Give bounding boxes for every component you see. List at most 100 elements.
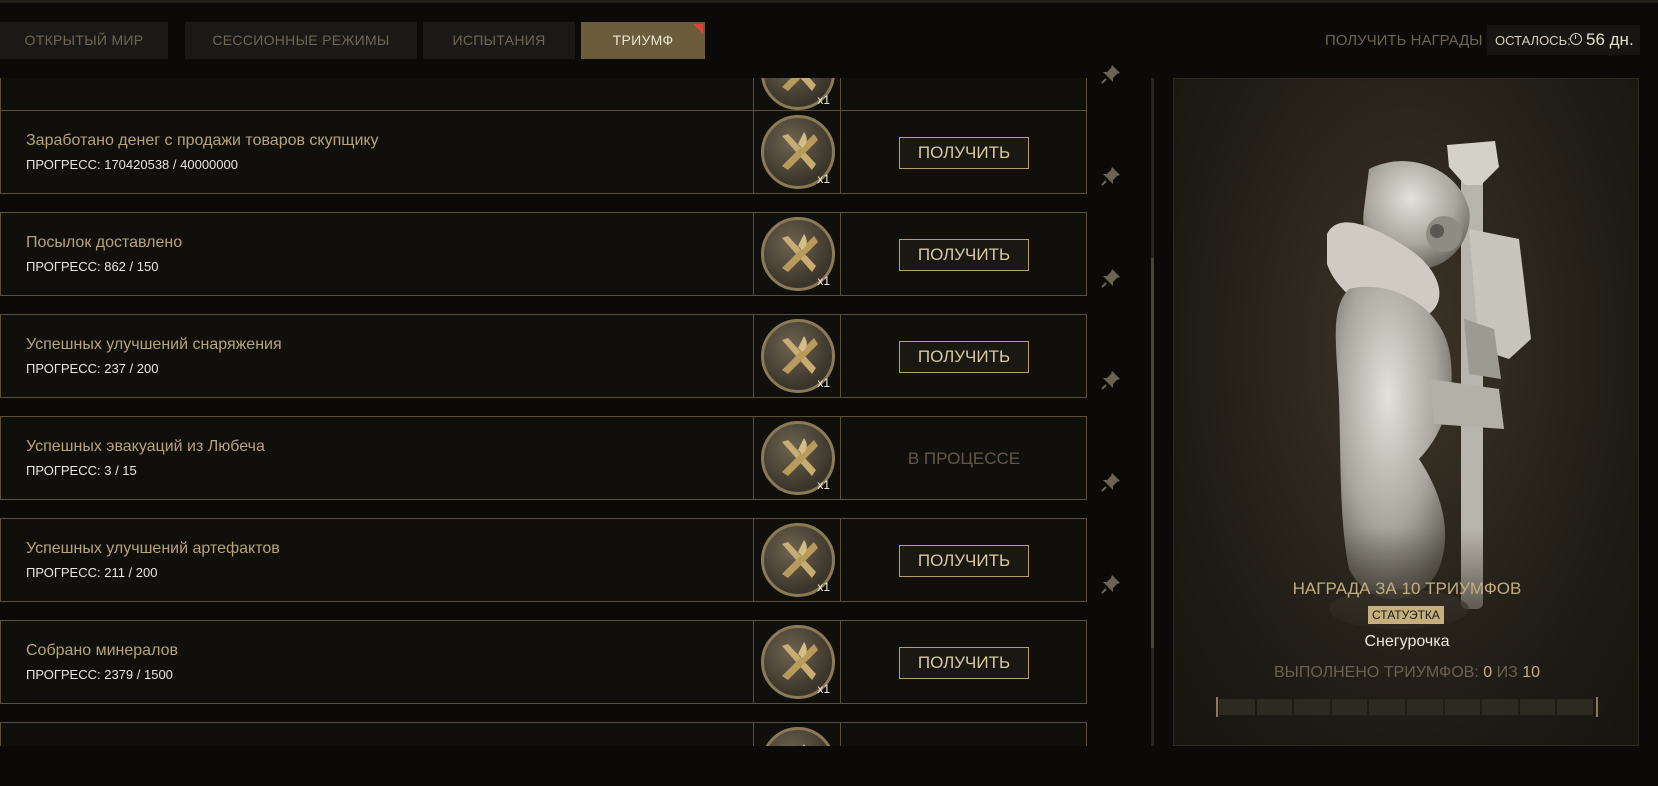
triumph-row: Успешных улучшений артефактов ПРОГРЕСС: 2… bbox=[0, 518, 1087, 602]
row-divider bbox=[840, 315, 841, 397]
completed-of: ИЗ bbox=[1496, 664, 1518, 681]
triumph-title: Успешных улучшений снаряжения bbox=[26, 336, 282, 353]
pin-icon[interactable] bbox=[1100, 471, 1122, 493]
row-divider bbox=[753, 723, 754, 746]
crossed-tools-icon bbox=[782, 78, 816, 91]
triumph-list[interactable]: x1 Заработано денег с продажи товаров ску… bbox=[0, 78, 1090, 746]
triumph-row: Собрано минералов ПРОГРЕСС: 2379 / 1500 x1… bbox=[0, 620, 1087, 704]
row-divider bbox=[753, 315, 754, 397]
claim-button[interactable]: ПОЛУЧИТЬ bbox=[899, 239, 1029, 271]
triumph-title: Посылок доставлено bbox=[26, 234, 183, 251]
tab-triumph-label: ТРИУМФ bbox=[612, 32, 674, 48]
triumph-progress: ПРОГРЕСС: 3 / 15 bbox=[26, 463, 137, 478]
tab-challenges[interactable]: ИСПЫТАНИЯ bbox=[423, 22, 575, 59]
crossed-tools-icon bbox=[782, 642, 818, 680]
pin-icon[interactable] bbox=[1100, 369, 1122, 391]
reward-medal-icon[interactable]: x1 bbox=[761, 78, 835, 110]
claim-all-rewards-button[interactable]: ПОЛУЧИТЬ НАГРАДЫ bbox=[1325, 32, 1483, 49]
tab-session-modes[interactable]: СЕССИОННЫЕ РЕЖИМЫ bbox=[185, 22, 417, 59]
pin-glyph bbox=[1101, 269, 1120, 288]
row-divider bbox=[753, 78, 754, 114]
reward-multiplier: x1 bbox=[817, 172, 830, 186]
tab-triumph[interactable]: ТРИУМФ bbox=[581, 22, 705, 59]
progress-segment bbox=[1294, 699, 1330, 715]
row-divider bbox=[840, 621, 841, 703]
row-divider bbox=[753, 519, 754, 601]
reward-medal-icon[interactable]: x1 bbox=[761, 523, 835, 597]
reward-medal-icon[interactable]: x1 bbox=[761, 625, 835, 699]
triumph-row bbox=[0, 722, 1087, 746]
crossed-tools-icon bbox=[782, 132, 818, 170]
claim-button[interactable]: ПОЛУЧИТЬ bbox=[899, 137, 1029, 169]
row-divider bbox=[840, 417, 841, 499]
triumph-row: Посылок доставлено ПРОГРЕСС: 862 / 150 x1 П… bbox=[0, 212, 1087, 296]
pin-icon[interactable] bbox=[1100, 573, 1122, 595]
reward-medal-icon[interactable]: x1 bbox=[761, 319, 835, 393]
progress-segment bbox=[1219, 699, 1255, 715]
triumph-title: Собрано минералов bbox=[26, 642, 178, 659]
reward-medal-icon[interactable]: x1 bbox=[761, 217, 835, 291]
reward-multiplier: x1 bbox=[817, 478, 830, 492]
progress-segment bbox=[1519, 699, 1556, 715]
triumph-row: Заработано денег с продажи товаров скупщ… bbox=[0, 110, 1087, 194]
completed-counter: ВЫПОЛНЕНО ТРИУМФОВ: 0 ИЗ 10 bbox=[1174, 664, 1640, 682]
reward-name: Снегурочка bbox=[1364, 633, 1450, 650]
row-divider bbox=[753, 621, 754, 703]
remaining-value: 56 дн. bbox=[1586, 30, 1634, 49]
clock-icon bbox=[1570, 33, 1582, 45]
claim-button[interactable]: ПОЛУЧИТЬ bbox=[899, 545, 1029, 577]
row-divider bbox=[840, 78, 841, 114]
row-divider bbox=[840, 519, 841, 601]
pin-glyph bbox=[1101, 473, 1120, 492]
progress-segment bbox=[1407, 699, 1443, 715]
row-divider bbox=[753, 417, 754, 499]
row-divider bbox=[840, 723, 841, 746]
reward-multiplier: x1 bbox=[817, 376, 830, 390]
claim-button[interactable]: ПОЛУЧИТЬ bbox=[899, 647, 1029, 679]
progress-segment bbox=[1331, 699, 1368, 715]
progress-segment bbox=[1256, 699, 1293, 715]
completed-value: 0 bbox=[1483, 664, 1493, 681]
pin-glyph bbox=[1101, 167, 1120, 186]
reward-multiplier: x1 bbox=[817, 274, 830, 288]
top-border bbox=[0, 0, 1658, 3]
progress-segment bbox=[1482, 699, 1518, 715]
progress-segment bbox=[1444, 699, 1481, 715]
reward-multiplier: x1 bbox=[817, 580, 830, 594]
reward-multiplier: x1 bbox=[817, 682, 830, 696]
triumph-progress: ПРОГРЕСС: 170420538 / 40000000 bbox=[26, 157, 238, 172]
crossed-tools-icon bbox=[782, 336, 818, 374]
triumph-progress: ПРОГРЕСС: 862 / 150 bbox=[26, 259, 159, 274]
pin-icon[interactable] bbox=[1100, 267, 1122, 289]
reward-medal-icon[interactable]: x1 bbox=[761, 115, 835, 189]
progress-segment bbox=[1557, 699, 1593, 715]
crossed-tools-icon bbox=[782, 234, 818, 272]
claim-button[interactable]: ПОЛУЧИТЬ bbox=[899, 341, 1029, 373]
reward-multiplier: x1 bbox=[817, 93, 830, 107]
triumph-title: Успешных эвакуаций из Любеча bbox=[26, 438, 265, 455]
triumph-progress: ПРОГРЕСС: 237 / 200 bbox=[26, 361, 159, 376]
in-progress-status: В ПРОЦЕССЕ bbox=[907, 449, 1021, 468]
new-marker-icon bbox=[693, 24, 703, 34]
triumph-progress-bar bbox=[1216, 697, 1598, 717]
completed-total: 10 bbox=[1522, 664, 1540, 681]
reward-type-badge: СТАТУЭТКА bbox=[1368, 606, 1444, 624]
tab-open-world[interactable]: ОТКРЫТЫЙ МИР bbox=[0, 22, 168, 59]
progress-bar-cap-left bbox=[1216, 697, 1218, 717]
pin-icon[interactable] bbox=[1100, 165, 1122, 187]
triumph-progress: ПРОГРЕСС: 2379 / 1500 bbox=[26, 667, 173, 682]
triumph-row: Успешных улучшений снаряжения ПРОГРЕСС: 2… bbox=[0, 314, 1087, 398]
pin-icon[interactable] bbox=[1100, 63, 1122, 85]
reward-medal-icon[interactable]: x1 bbox=[761, 421, 835, 495]
time-remaining: ОСТАЛОСЬ: 56 дн. bbox=[1487, 25, 1640, 55]
row-divider bbox=[753, 111, 754, 193]
triumph-title: Успешных улучшений артефактов bbox=[26, 540, 280, 557]
row-divider bbox=[840, 213, 841, 295]
progress-segment bbox=[1369, 699, 1405, 715]
row-divider bbox=[753, 213, 754, 295]
triumph-row: Успешных эвакуаций из Любеча ПРОГРЕСС: 3 … bbox=[0, 416, 1087, 500]
scrollbar-thumb[interactable] bbox=[1151, 258, 1154, 648]
triumph-progress: ПРОГРЕСС: 211 / 200 bbox=[26, 565, 158, 580]
crossed-tools-icon bbox=[782, 540, 818, 578]
reward-medal-icon[interactable] bbox=[761, 727, 835, 746]
